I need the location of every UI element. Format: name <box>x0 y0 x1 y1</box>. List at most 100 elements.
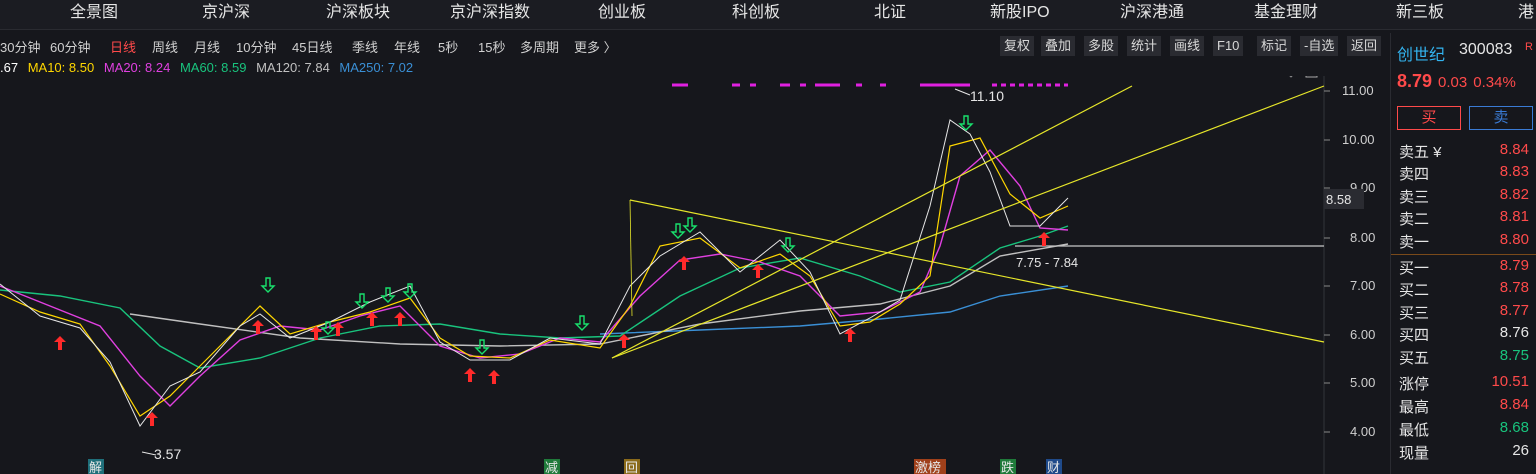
period-year[interactable]: 年线 <box>394 37 420 56</box>
period-multi[interactable]: 多周期 <box>520 37 559 56</box>
low-label: 3.57 <box>154 446 181 462</box>
ma60-label: MA60: 8.59 <box>179 60 247 75</box>
ytick-label: 4.00 <box>1350 424 1375 439</box>
stat-label: 最低 <box>1399 422 1430 439</box>
ma120-line <box>129 243 1069 347</box>
stock-code: 300083 <box>1459 41 1513 58</box>
tool-adjust-button[interactable]: 复权 <box>1000 36 1035 56</box>
orderbook-row: 买二 8.78 <box>1399 279 1529 301</box>
stat-row: 最高 8.84 <box>1399 396 1529 418</box>
tool-f10-button[interactable]: F10 <box>1213 36 1244 56</box>
nav-star[interactable]: 科创板 <box>732 0 780 30</box>
nav-connect[interactable]: 沪深港通 <box>1120 0 1184 30</box>
orderbook-row: 买四 8.76 <box>1399 324 1529 346</box>
orderbook-row: 买一 8.79 <box>1399 257 1529 279</box>
ytick-label: 8.00 <box>1350 230 1375 245</box>
orderbook-label: 卖四 <box>1399 166 1430 183</box>
panel-toggle-icon[interactable] <box>1305 76 1318 78</box>
nav-gem[interactable]: 创业板 <box>598 0 646 30</box>
nav-bse[interactable]: 北证 <box>874 0 906 30</box>
orderbook-label: 买二 <box>1399 282 1430 299</box>
price-chart[interactable]: 11.00 10.00 9.00 8.00 7.00 6.00 5.00 4.0… <box>0 76 1390 474</box>
sell-button[interactable]: 卖 <box>1469 106 1533 130</box>
orderbook-price: 8.79 <box>1499 257 1529 274</box>
event-marker-unlock[interactable]: 解 <box>89 460 102 474</box>
ytick-label: 5.00 <box>1350 375 1375 390</box>
period-monthly[interactable]: 月线 <box>194 37 220 56</box>
orderbook-row: 卖四 8.83 <box>1399 163 1529 185</box>
orderbook-price: 8.82 <box>1499 186 1529 203</box>
stat-row: 涨停 10.51 <box>1399 373 1529 395</box>
stock-suffix-badge: R <box>1525 41 1533 53</box>
stat-value: 10.51 <box>1491 373 1529 390</box>
event-marker-dragon-tiger[interactable]: 激榜 <box>915 460 941 474</box>
nav-jhs[interactable]: 京沪深 <box>202 0 250 30</box>
orderbook-label: 卖一 <box>1399 234 1430 251</box>
orderbook-price: 8.78 <box>1499 279 1529 296</box>
orderbook-label: 买四 <box>1399 327 1430 344</box>
tool-overlay-button[interactable]: 叠加 <box>1041 36 1076 56</box>
ytick-label: 11.00 <box>1342 83 1374 98</box>
tool-mark-button[interactable]: 标记 <box>1257 36 1292 56</box>
orderbook-price: 8.75 <box>1499 347 1529 364</box>
high-label: 11.10 <box>970 88 1004 104</box>
nav-fund[interactable]: 基金理财 <box>1254 0 1318 30</box>
orderbook-price: 8.81 <box>1499 208 1529 225</box>
orderbook-label: 卖五 ¥ <box>1399 144 1442 161</box>
orderbook-row: 卖二 8.81 <box>1399 208 1529 230</box>
period-daily[interactable]: 日线 <box>110 37 136 56</box>
ma5-line <box>0 119 1069 427</box>
orderbook-divider <box>1391 254 1536 255</box>
range-label: 7.75 - 7.84 <box>1016 255 1078 270</box>
tool-back-button[interactable]: 返回 <box>1347 36 1382 56</box>
stat-label: 最高 <box>1399 399 1430 416</box>
diamond-icon[interactable]: ◇ <box>1286 76 1296 79</box>
stat-label: 涨停 <box>1399 376 1430 393</box>
event-marker-reduce[interactable]: 减 <box>545 460 558 474</box>
period-5sec[interactable]: 5秒 <box>438 37 458 56</box>
sell-signal-arrows <box>260 115 974 355</box>
tool-draw-button[interactable]: 画线 <box>1170 36 1205 56</box>
y-axis-ticks: 11.00 10.00 9.00 8.00 7.00 6.00 5.00 4.0… <box>1324 83 1375 439</box>
nav-sector[interactable]: 沪深板块 <box>326 0 390 30</box>
trendlines <box>611 85 1325 359</box>
event-marker-finance[interactable]: 财 <box>1047 460 1060 474</box>
buy-button[interactable]: 买 <box>1397 106 1461 130</box>
stat-value: 8.68 <box>1499 419 1529 436</box>
price-change-pct: 0.34% <box>1473 74 1516 91</box>
period-10min[interactable]: 10分钟 <box>236 37 276 56</box>
nav-hk[interactable]: 港 <box>1518 0 1534 30</box>
stock-name[interactable]: 创世纪 <box>1397 41 1445 65</box>
event-marker-buyback[interactable]: 回 <box>625 460 638 474</box>
period-45day[interactable]: 45日线 <box>292 37 332 56</box>
ascending-trendline <box>611 85 1325 359</box>
orderbook-row: 买三 8.77 <box>1399 302 1529 324</box>
tool-multi-stock-button[interactable]: 多股 <box>1084 36 1119 56</box>
period-weekly[interactable]: 周线 <box>152 37 178 56</box>
stat-value: 8.84 <box>1499 396 1529 413</box>
nav-neeq[interactable]: 新三板 <box>1396 0 1444 30</box>
period-quarter[interactable]: 季线 <box>352 37 378 56</box>
bottom-event-markers: 解 减 回 激榜 跌 财 <box>88 459 1062 474</box>
orderbook-label: 买一 <box>1399 260 1430 277</box>
nav-overview[interactable]: 全景图 <box>70 0 118 30</box>
period-30min[interactable]: 30分钟 <box>0 37 40 56</box>
buy-signal-arrows <box>54 232 1050 426</box>
orderbook-label: 卖二 <box>1399 211 1430 228</box>
period-60min[interactable]: 60分钟 <box>50 37 90 56</box>
stat-row: 现量 26 <box>1399 442 1529 464</box>
event-marker-drop[interactable]: 跌 <box>1001 460 1014 474</box>
period-more[interactable]: 更多 〉 <box>574 37 617 56</box>
orderbook-row: 卖一 8.80 <box>1399 231 1529 253</box>
ytick-label: 7.00 <box>1350 278 1375 293</box>
nav-ipo[interactable]: 新股IPO <box>990 0 1050 30</box>
top-nav: 全景图 京沪深 沪深板块 京沪深指数 创业板 科创板 北证 新股IPO 沪深港通… <box>0 0 1536 30</box>
stat-value: 26 <box>1512 442 1529 459</box>
ytick-label: 6.00 <box>1350 327 1375 342</box>
nav-index[interactable]: 京沪深指数 <box>450 0 530 30</box>
period-15sec[interactable]: 15秒 <box>478 37 505 56</box>
tool-watchlist-button[interactable]: -自选 <box>1300 36 1339 56</box>
orderbook-row: 卖三 8.82 <box>1399 186 1529 208</box>
chart-toolbar: 30分钟 60分钟 日线 周线 月线 10分钟 45日线 季线 年线 5秒 15… <box>0 33 1388 59</box>
tool-stats-button[interactable]: 统计 <box>1127 36 1162 56</box>
